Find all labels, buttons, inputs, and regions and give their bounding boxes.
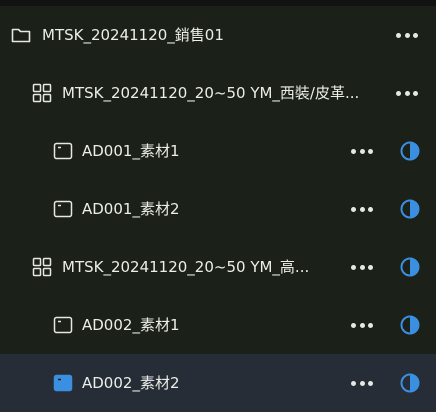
tree-row-label: AD001_素材1 [82,142,180,160]
ad-window-icon [53,141,73,161]
grid-icon [32,257,52,277]
folder-icon [11,25,31,45]
tree-row-adset[interactable]: MTSK_20241120_20~50 YM_西裝/皮革... [0,64,436,122]
half-circle-status-icon[interactable] [399,140,421,162]
tree-row-ad-selected[interactable]: AD002_素材2 [0,354,436,412]
tree-row-label: AD001_素材2 [82,200,180,218]
more-options-icon[interactable] [396,25,418,45]
half-circle-status-icon[interactable] [399,314,421,336]
half-circle-status-icon[interactable] [399,372,421,394]
tree-row-adset[interactable]: MTSK_20241120_20~50 YM_高... [0,238,436,296]
tree-row-ad[interactable]: AD001_素材1 [0,122,436,180]
more-options-icon[interactable] [351,257,373,277]
tree-row-label: MTSK_20241120_銷售01 [42,26,224,44]
campaign-tree: MTSK_20241120_銷售01 MTSK_20241120_20~50 Y… [0,6,436,412]
tree-row-label: MTSK_20241120_20~50 YM_高... [62,258,310,276]
tree-row-ad[interactable]: AD002_素材1 [0,296,436,354]
more-options-icon[interactable] [396,83,418,103]
more-options-icon[interactable] [351,199,373,219]
grid-icon [32,83,52,103]
more-options-icon[interactable] [351,373,373,393]
ad-window-filled-icon [53,373,73,393]
tree-row-label: MTSK_20241120_20~50 YM_西裝/皮革... [62,84,360,102]
tree-row-label: AD002_素材1 [82,316,180,334]
half-circle-status-icon[interactable] [399,256,421,278]
tree-row-ad[interactable]: AD001_素材2 [0,180,436,238]
ad-window-icon [53,199,73,219]
more-options-icon[interactable] [351,315,373,335]
ad-window-icon [53,315,73,335]
more-options-icon[interactable] [351,141,373,161]
tree-row-label: AD002_素材2 [82,374,180,392]
tree-row-campaign[interactable]: MTSK_20241120_銷售01 [0,6,436,64]
half-circle-status-icon[interactable] [399,198,421,220]
